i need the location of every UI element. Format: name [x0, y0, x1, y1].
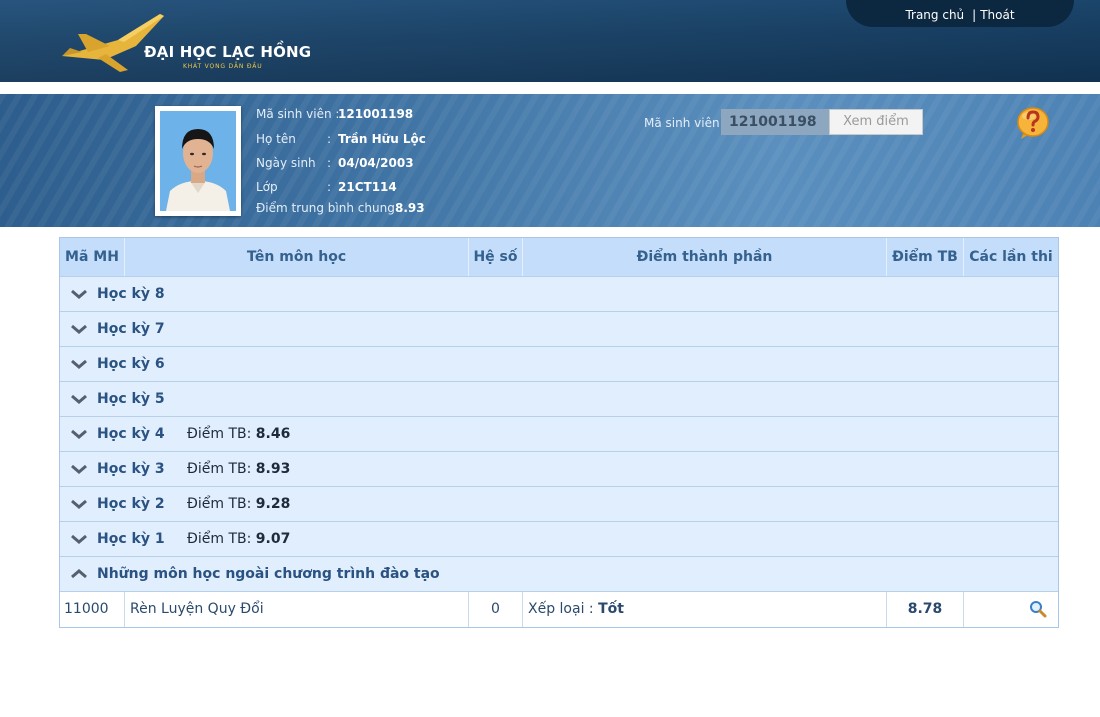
view-grades-button[interactable]: Xem điểm: [829, 109, 923, 135]
term-row-5[interactable]: Học kỳ 5: [60, 381, 1058, 416]
term-average: Điểm TB: 9.07: [187, 522, 290, 556]
student-gpa-value: 8.93: [395, 201, 425, 215]
term-row-6[interactable]: Học kỳ 6: [60, 346, 1058, 381]
logo-slogan: KHÁT VỌNG DẪN ĐẦU: [183, 63, 263, 70]
term-average-value: 8.46: [255, 426, 291, 442]
student-id-label: Mã sinh viên :: [256, 107, 340, 121]
nav-separator: |: [972, 8, 977, 22]
student-name-value: Trần Hữu Lộc: [338, 132, 426, 146]
student-gpa-label: Điểm trung bình chung :: [256, 201, 403, 215]
logo-title: ĐẠI HỌC LẠC HỒNG: [144, 43, 312, 61]
course-coefficient: 0: [468, 592, 522, 627]
student-id-input[interactable]: [721, 109, 831, 135]
course-average: 8.78: [886, 592, 963, 627]
term-average-value: 8.93: [255, 461, 291, 477]
term-name: Học kỳ 2: [97, 496, 165, 512]
term-average-label: Điểm TB:: [187, 426, 252, 442]
term-average-value: 9.07: [255, 531, 291, 547]
home-link[interactable]: Trang chủ: [905, 8, 964, 22]
term-row-7[interactable]: Học kỳ 7: [60, 311, 1058, 346]
term-average: Điểm TB: 9.28: [187, 487, 290, 521]
table-header-row: Mã MH Tên môn học Hệ số Điểm thành phần …: [60, 238, 1058, 276]
chevron-down-icon: [71, 534, 87, 544]
col-attempts: Các lần thi: [963, 238, 1058, 276]
term-name: Học kỳ 1: [97, 531, 165, 547]
student-class-colon: :: [327, 180, 332, 194]
top-nav-links: Trang chủ | Thoát: [846, 0, 1074, 27]
extra-courses-group-row[interactable]: Những môn học ngoài chương trình đào tạo: [60, 556, 1058, 591]
search-student-id-label: Mã sinh viên: [644, 116, 720, 130]
term-name: Học kỳ 6: [97, 356, 165, 372]
term-average-label: Điểm TB:: [187, 531, 252, 547]
student-name-label: Họ tên: [256, 132, 296, 146]
col-course-name: Tên môn học: [124, 238, 468, 276]
term-name: Học kỳ 4: [97, 426, 165, 442]
component-value: Tốt: [598, 601, 624, 617]
course-code: 11000: [64, 601, 109, 617]
site-header: ĐẠI HỌC LẠC HỒNG KHÁT VỌNG DẪN ĐẦU Trang…: [0, 0, 1100, 82]
term-average-label: Điểm TB:: [187, 461, 252, 477]
student-dob-value: 04/04/2003: [338, 156, 414, 170]
term-name: Học kỳ 7: [97, 321, 165, 337]
term-average-label: Điểm TB:: [187, 496, 252, 512]
top-nav: Trang chủ | Thoát: [846, 0, 1074, 27]
magnifier-icon[interactable]: [1029, 600, 1047, 618]
term-row-3[interactable]: Học kỳ 3 Điểm TB: 8.93: [60, 451, 1058, 486]
student-class-value: 21CT114: [338, 180, 397, 194]
col-course-code: Mã MH: [65, 249, 119, 265]
term-row-4[interactable]: Học kỳ 4 Điểm TB: 8.46: [60, 416, 1058, 451]
student-photo-frame: [155, 106, 241, 216]
term-row-8[interactable]: Học kỳ 8: [60, 276, 1058, 311]
term-name: Học kỳ 8: [97, 286, 165, 302]
extra-group-name: Những môn học ngoài chương trình đào tạo: [97, 566, 440, 582]
chevron-down-icon: [71, 464, 87, 474]
student-banner: Mã sinh viên : 121001198 Họ tên : Trần H…: [0, 94, 1100, 227]
student-name-colon: :: [327, 132, 332, 146]
course-name: Rèn Luyện Quy Đổi: [124, 592, 468, 627]
component-label: Xếp loại :: [528, 601, 594, 617]
student-portrait-icon: [160, 111, 236, 211]
chevron-down-icon: [71, 324, 87, 334]
chevron-down-icon: [71, 289, 87, 299]
term-name: Học kỳ 3: [97, 461, 165, 477]
col-coefficient: Hệ số: [468, 238, 522, 276]
student-id-value: 121001198: [338, 107, 414, 121]
term-row-1[interactable]: Học kỳ 1 Điểm TB: 9.07: [60, 521, 1058, 556]
chevron-down-icon: [71, 359, 87, 369]
student-photo: [160, 111, 236, 211]
airplane-logo-icon: [62, 14, 164, 72]
help-icon[interactable]: [1015, 106, 1051, 140]
chevron-down-icon: [71, 499, 87, 509]
term-average: Điểm TB: 8.93: [187, 452, 290, 486]
university-logo[interactable]: ĐẠI HỌC LẠC HỒNG KHÁT VỌNG DẪN ĐẦU: [58, 10, 318, 74]
chevron-up-icon: [71, 569, 87, 579]
chevron-down-icon: [71, 394, 87, 404]
chevron-down-icon: [71, 429, 87, 439]
student-dob-label: Ngày sinh: [256, 156, 316, 170]
grades-table: Mã MH Tên môn học Hệ số Điểm thành phần …: [59, 237, 1059, 628]
col-component-scores: Điểm thành phần: [522, 238, 886, 276]
logout-link[interactable]: Thoát: [980, 8, 1014, 22]
term-average: Điểm TB: 8.46: [187, 417, 290, 451]
student-dob-colon: :: [327, 156, 332, 170]
course-component-scores: Xếp loại : Tốt: [522, 592, 886, 627]
table-row: 11000 Rèn Luyện Quy Đổi 0 Xếp loại : Tốt…: [60, 591, 1058, 627]
term-row-2[interactable]: Học kỳ 2 Điểm TB: 9.28: [60, 486, 1058, 521]
term-name: Học kỳ 5: [97, 391, 165, 407]
course-attempts-cell: [963, 592, 1058, 627]
student-class-label: Lớp: [256, 180, 278, 194]
col-average: Điểm TB: [886, 238, 963, 276]
term-average-value: 9.28: [255, 496, 291, 512]
